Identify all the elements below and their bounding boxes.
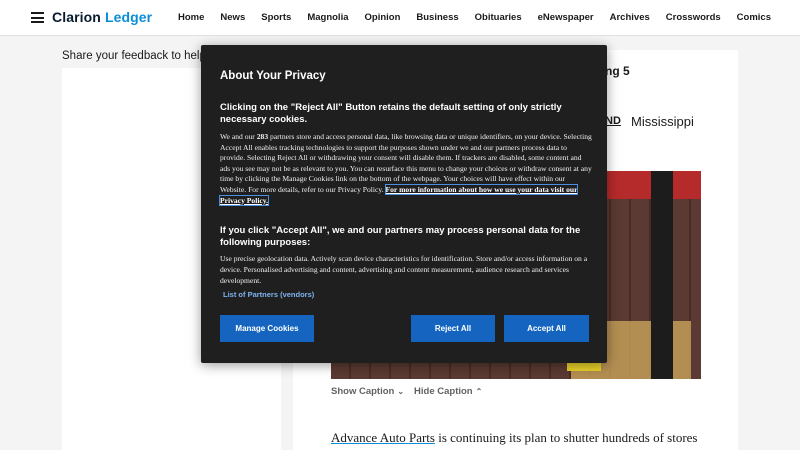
consent-text-start: We and our bbox=[220, 132, 257, 141]
purposes-list: Use precise geolocation data. Actively s… bbox=[220, 254, 588, 285]
reject-info-heading: Clicking on the "Reject All" Button reta… bbox=[220, 102, 562, 125]
dialog-title: About Your Privacy bbox=[220, 70, 326, 82]
reject-all-button[interactable]: Reject All bbox=[411, 315, 495, 342]
privacy-consent-dialog: About Your Privacy Clicking on the "Reje… bbox=[201, 45, 607, 363]
accept-all-button[interactable]: Accept All bbox=[504, 315, 589, 342]
manage-cookies-button[interactable]: Manage Cookies bbox=[220, 315, 314, 342]
partners-list-link[interactable]: List of Partners (vendors) bbox=[223, 290, 314, 299]
consent-description: We and our 283 partners store and access… bbox=[218, 132, 592, 206]
partner-count: 283 bbox=[256, 132, 269, 141]
accept-info-heading: If you click "Accept All", we and our pa… bbox=[220, 225, 581, 248]
